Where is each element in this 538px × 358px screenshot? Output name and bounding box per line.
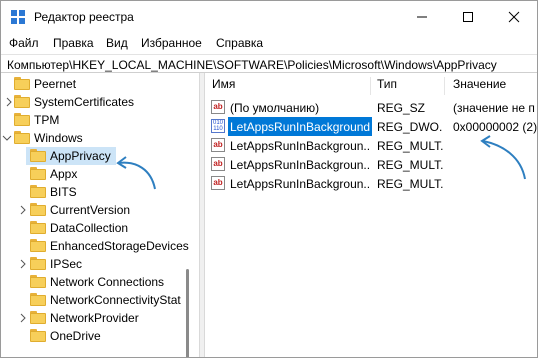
tree-item[interactable]: NetworkConnectivityStat — [1, 291, 199, 309]
menu-favorites[interactable]: Избранное — [141, 36, 202, 50]
value-type: REG_MULT... — [377, 158, 443, 172]
tree-item-selected[interactable]: AppPrivacy — [1, 147, 199, 165]
tree-item-label: NetworkProvider — [50, 311, 139, 325]
menu-file[interactable]: Файл — [9, 36, 39, 50]
tree-item[interactable]: IPSec — [1, 255, 199, 273]
tree-item-label: OneDrive — [50, 329, 101, 343]
column-type[interactable]: Тип — [377, 77, 397, 95]
menu-help[interactable]: Справка — [216, 36, 263, 50]
tree-item[interactable]: SystemCertificates — [1, 93, 199, 111]
value-type: REG_MULT... — [377, 139, 443, 153]
minimize-button[interactable] — [399, 1, 445, 33]
annotation-arrow — [116, 156, 156, 190]
address-bar[interactable]: Компьютер\HKEY_LOCAL_MACHINE\SOFTWARE\Po… — [1, 54, 537, 73]
title-bar: Редактор реестра — [1, 1, 537, 33]
value-type: REG_SZ — [377, 101, 426, 115]
folder-icon — [30, 257, 46, 270]
folder-icon — [30, 203, 46, 216]
close-button[interactable] — [491, 1, 537, 33]
tree-item-label: CurrentVersion — [50, 203, 131, 217]
tree-item[interactable]: NetworkProvider — [1, 309, 199, 327]
menu-edit[interactable]: Правка — [53, 36, 94, 50]
value-row[interactable]: ab (По умолчанию) REG_SZ (значение не п — [205, 98, 537, 117]
folder-icon — [14, 131, 30, 144]
value-type: REG_DWO... — [377, 120, 443, 134]
value-name: LetAppsRunInBackground — [228, 117, 373, 136]
value-name: (По умолчанию) — [230, 101, 320, 115]
tree-item[interactable]: OneDrive — [1, 327, 199, 345]
value-name: LetAppsRunInBackgroun... — [230, 158, 370, 172]
tree-item-label: SystemCertificates — [34, 95, 135, 109]
tree-item-label: Network Connections — [50, 275, 165, 289]
folder-icon — [30, 149, 46, 162]
registry-editor-icon — [11, 10, 25, 24]
chevron-right-icon[interactable] — [18, 313, 28, 323]
tree-item[interactable]: DataCollection — [1, 219, 199, 237]
tree-item[interactable]: BITS — [1, 183, 199, 201]
folder-icon — [30, 275, 46, 288]
chevron-right-icon[interactable] — [18, 205, 28, 215]
binary-value-icon: 010 110 — [211, 119, 225, 133]
folder-icon — [30, 185, 46, 198]
folder-icon — [30, 221, 46, 234]
values-list[interactable]: Имя Тип Значение ab (По умолчанию) REG_S… — [205, 73, 537, 357]
tree-item[interactable]: CurrentVersion — [1, 201, 199, 219]
folder-icon — [30, 329, 46, 342]
folder-icon — [30, 239, 46, 252]
menu-view[interactable]: Вид — [106, 36, 128, 50]
tree-item-label: BITS — [50, 185, 77, 199]
column-value[interactable]: Значение — [453, 77, 506, 95]
folder-icon — [14, 95, 30, 108]
tree-item[interactable]: Peernet — [1, 75, 199, 93]
string-value-icon: ab — [211, 176, 225, 190]
tree-item-label: Appx — [50, 167, 78, 181]
tree-item[interactable]: EnhancedStorageDevices — [1, 237, 199, 255]
key-tree[interactable]: Peernet SystemCertificates TPM Windows A… — [1, 73, 199, 357]
value-row-selected[interactable]: 010 110 LetAppsRunInBackground REG_DWO...… — [205, 117, 537, 136]
folder-icon — [14, 77, 30, 90]
value-type: REG_MULT... — [377, 177, 443, 191]
tree-item[interactable]: TPM — [1, 111, 199, 129]
chevron-right-icon[interactable] — [18, 259, 28, 269]
minimize-icon — [417, 16, 427, 18]
tree-item[interactable]: Network Connections — [1, 273, 199, 291]
value-data: (значение не п — [453, 101, 535, 115]
value-data: 0x00000002 (2) — [453, 120, 537, 134]
column-name[interactable]: Имя — [212, 77, 235, 95]
tree-item-label: AppPrivacy — [50, 149, 111, 163]
maximize-button[interactable] — [445, 1, 491, 33]
folder-icon — [30, 311, 46, 324]
menu-bar: Файл Правка Вид Избранное Справка — [1, 33, 537, 53]
string-value-icon: ab — [211, 138, 225, 152]
string-value-icon: ab — [211, 157, 225, 171]
tree-item-label: Peernet — [34, 77, 77, 91]
value-name: LetAppsRunInBackgroun... — [230, 139, 370, 153]
folder-icon — [30, 293, 46, 306]
tree-item-label: NetworkConnectivityStat — [50, 293, 181, 307]
chevron-down-icon[interactable] — [2, 133, 12, 143]
tree-item-label: TPM — [34, 113, 60, 127]
chevron-right-icon[interactable] — [4, 97, 14, 107]
tree-item-label: IPSec — [50, 257, 83, 271]
tree-item[interactable]: Windows — [1, 129, 199, 147]
tree-scrollbar[interactable] — [186, 269, 189, 357]
tree-item[interactable]: Appx — [1, 165, 199, 183]
maximize-icon — [463, 12, 473, 22]
tree-item-label: EnhancedStorageDevices — [50, 239, 189, 253]
window-title: Редактор реестра — [34, 10, 134, 24]
value-name: LetAppsRunInBackgroun... — [230, 177, 370, 191]
registry-editor-window: Редактор реестра Файл Правка Вид Избранн… — [0, 0, 538, 358]
tree-item-label: DataCollection — [50, 221, 129, 235]
address-path[interactable]: Компьютер\HKEY_LOCAL_MACHINE\SOFTWARE\Po… — [7, 58, 497, 72]
folder-icon — [30, 167, 46, 180]
string-value-icon: ab — [211, 100, 225, 114]
tree-item-label: Windows — [34, 131, 83, 145]
folder-icon — [14, 113, 30, 126]
annotation-arrow — [480, 135, 526, 180]
close-icon — [508, 11, 520, 23]
